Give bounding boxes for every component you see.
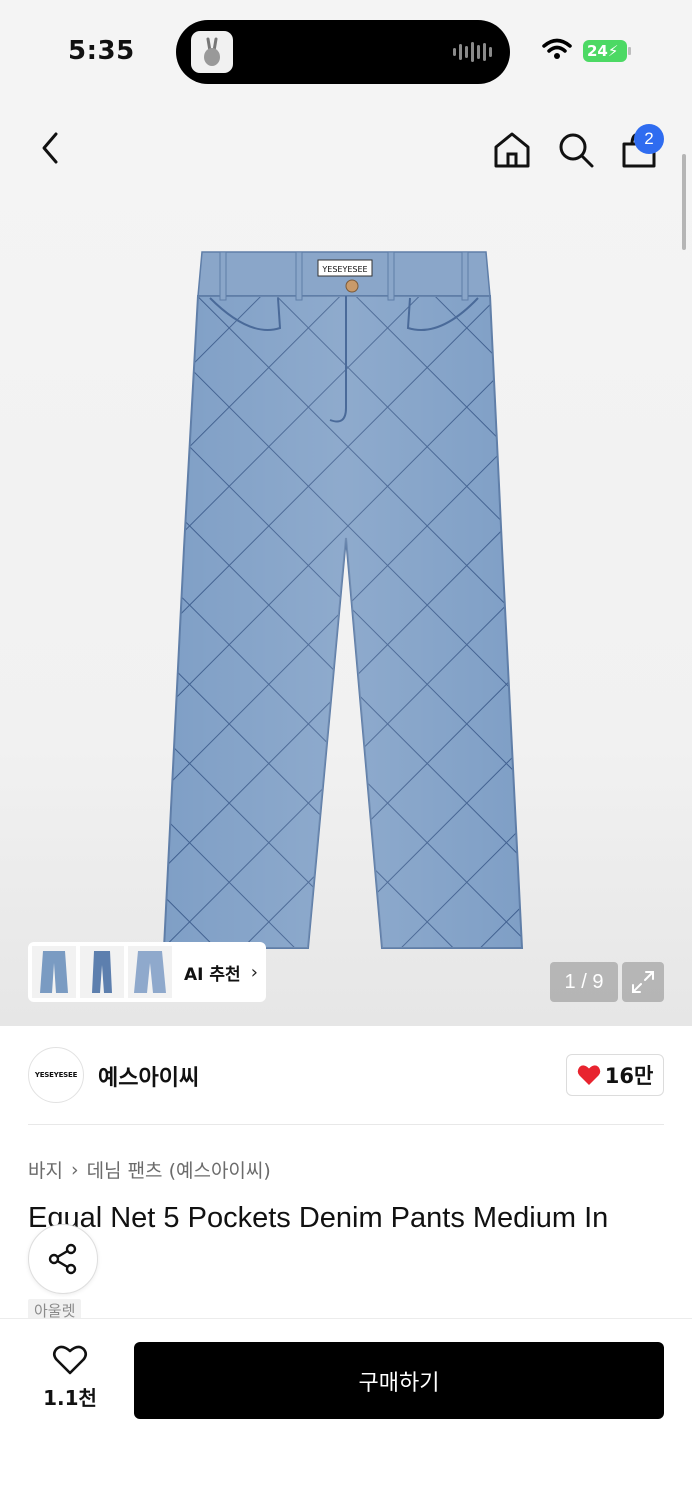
brand-name[interactable]: 예스아이씨 — [98, 1060, 199, 1092]
wifi-icon — [542, 38, 572, 59]
chevron-right-icon: › — [250, 961, 258, 983]
audio-wave-icon — [453, 41, 492, 63]
buy-button[interactable]: 구매하기 — [134, 1342, 664, 1419]
thumbnail[interactable] — [128, 946, 172, 998]
ai-recommendation[interactable]: AI 추천 › — [28, 942, 266, 1002]
share-icon — [48, 1243, 77, 1275]
ai-recommend-label: AI 추천 — [184, 964, 241, 985]
jeans-label: YESEYESEE — [321, 265, 367, 274]
image-counter: 1 / 9 — [550, 962, 618, 1002]
wishlist-count: 1.1천 — [43, 1386, 97, 1410]
breadcrumb-subcategory[interactable]: 데님 팬츠 (예스아이씨) — [87, 1156, 271, 1183]
product-title: Equal Net 5 Pockets Denim Pants Medium I… — [28, 1202, 609, 1234]
search-icon[interactable] — [556, 130, 596, 170]
home-icon[interactable] — [492, 130, 532, 170]
status-time: 5:35 — [68, 36, 135, 66]
status-bar: 5:35 24⚡ — [0, 0, 692, 100]
heart-outline-icon — [52, 1345, 88, 1375]
share-button[interactable] — [28, 1224, 98, 1294]
product-gallery[interactable]: 2 YESEYESEE AI 추천 › 1 / 9 — [0, 100, 692, 1026]
back-icon[interactable] — [36, 130, 64, 166]
wishlist-button[interactable]: 1.1천 — [36, 1344, 104, 1411]
product-image: YESEYESEE — [162, 251, 524, 949]
cart-count-badge: 2 — [634, 124, 664, 154]
brand-logo[interactable]: YESEYESEE — [28, 1047, 84, 1103]
battery-icon: 24⚡ — [583, 40, 631, 62]
chevron-right-icon: › — [70, 1158, 79, 1181]
brand-like-count: 16만 — [604, 1064, 654, 1088]
thumbnail[interactable] — [32, 946, 76, 998]
scroll-indicator — [682, 154, 686, 250]
expand-icon[interactable] — [622, 962, 664, 1002]
brand-like-button[interactable]: 16만 — [566, 1054, 664, 1096]
battery-level: 24 — [587, 42, 608, 60]
dynamic-island — [176, 20, 510, 84]
app-icon — [191, 31, 233, 73]
heart-filled-icon — [577, 1065, 600, 1085]
breadcrumb-category[interactable]: 바지 — [28, 1156, 63, 1183]
divider — [28, 1124, 664, 1125]
breadcrumb: 바지 › 데님 팬츠 (예스아이씨) — [28, 1156, 271, 1183]
thumbnail[interactable] — [80, 946, 124, 998]
